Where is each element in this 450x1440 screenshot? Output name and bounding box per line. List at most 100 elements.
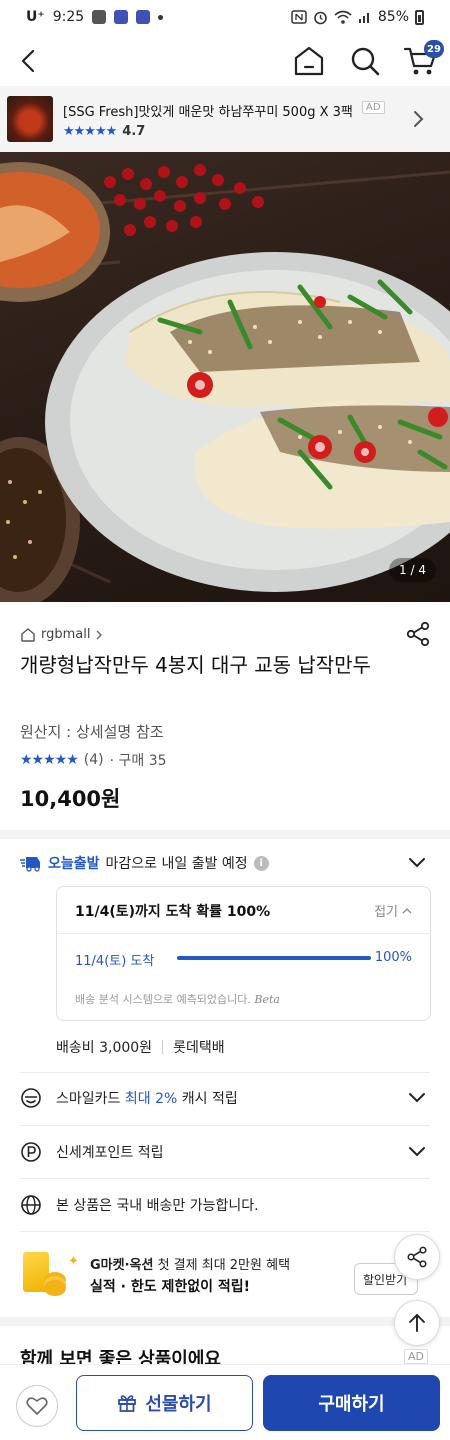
globe-icon [21,1195,41,1215]
clock: 9:25 [52,9,85,25]
arrival-probability-percent: 100% [374,950,412,965]
separator [162,1040,164,1054]
info-icon[interactable]: i [253,855,269,871]
battery-percent: 85% [377,9,409,25]
divider [20,1178,430,1179]
product-title: 개량형납작만두 4봉지 대구 교동 납작만두 [20,653,371,677]
sparkle-icon: ✦ [68,1254,79,1269]
wishlist-button[interactable] [16,1385,58,1427]
beta-label: Beta [254,993,280,1006]
domestic-shipping-row: 본 상품은 국내 배송만 가능합니다. [20,1190,430,1220]
ad-rating: ★★★★★ 4.7 [63,124,145,139]
arrival-probability-bar [177,956,371,960]
prediction-note: 배송 분석 시스템으로 예측되었습니다. Beta [75,991,280,1007]
purchase-count: · 구매 35 [109,753,167,769]
app-notification-icon-2 [136,10,151,24]
divider [57,933,430,934]
gift-button-label: 선물하기 [145,1394,212,1415]
arrival-probability-fill [177,956,371,960]
fast-delivery-icon [20,857,40,872]
courier-name: 롯데택배 [173,1040,225,1056]
share-icon[interactable] [404,620,432,648]
chevron-right-icon [96,630,103,639]
home-icon[interactable] [292,44,326,78]
nfc-icon [291,10,307,24]
share-icon [407,1246,427,1268]
seller-link[interactable]: rgbmall [20,627,103,642]
shipping-fee-row: 배송비 3,000원 롯데택배 [56,1037,225,1057]
ad-badge: AD [362,101,385,114]
top-navigation [0,36,450,86]
chevron-down-icon[interactable] [408,857,426,869]
section-divider [0,830,450,839]
promo-brand: G마켓·옥션 [90,1258,154,1273]
arrival-date: 11/4(토) 도착 [75,954,155,969]
smilecard-label: 스마일카드 [56,1091,121,1107]
promo-line-1: G마켓·옥션 첫 결제 최대 2만원 혜택 [90,1254,290,1273]
signal-icon [358,13,369,23]
arrival-probability-box: 11/4(토)까지 도착 확률 100% 접기 11/4(토) 도착 100% … [56,886,431,1021]
scroll-to-top-button[interactable] [394,1300,440,1346]
chevron-down-icon[interactable] [408,1146,426,1158]
sponsored-banner[interactable]: [SSG Fresh]맛있게 매운맛 하남쭈꾸미 500g X 3팩 AD ★★… [0,86,450,152]
ad-rating-value: 4.7 [122,124,146,139]
divider [20,1125,430,1126]
seller-name: rgbmall [41,627,91,642]
arrival-probability-title: 11/4(토)까지 도착 확률 100% [75,904,271,920]
smilecard-text: 스마일카드 최대 2% 캐시 적립 [56,1088,238,1108]
shinsegae-point-row[interactable]: 신세계포인트 적립 [20,1137,430,1167]
rating-stars: ★★★★★ [20,752,79,768]
smilecard-benefit-row[interactable]: 스마일카드 최대 2% 캐시 적립 [20,1083,430,1113]
image-counter: 1 / 4 [389,558,436,582]
ship-message: 마감으로 내일 출발 예정 [105,856,248,872]
search-icon[interactable] [348,44,382,78]
smilecard-rate: 최대 2% [124,1091,178,1107]
point-icon [21,1142,41,1162]
product-price: 10,400원 [20,787,121,811]
product-image-gallery[interactable]: 1 / 4 [0,152,450,602]
fold-label: 접기 [374,905,398,920]
more-notifications-dot-icon [158,14,164,20]
chevron-right-icon [414,111,424,127]
divider [20,1231,430,1232]
arrow-up-icon [409,1313,425,1332]
status-bar: U⁺ 9:25 85% [0,0,450,36]
chevron-down-icon[interactable] [408,1092,426,1104]
carrier-label: U⁺ [26,9,45,25]
product-photo [0,162,450,602]
gift-icon [118,1395,137,1412]
alarm-icon [314,11,327,24]
domestic-only-text: 본 상품은 국내 배송만 가능합니다. [56,1198,259,1214]
fold-button[interactable]: 접기 [374,901,412,920]
battery-icon [415,9,424,25]
back-arrow-icon[interactable] [14,44,44,78]
prediction-note-text: 배송 분석 시스템으로 예측되었습니다. [75,993,251,1006]
shipping-fee: 배송비 3,000원 [56,1040,153,1056]
floating-share-button[interactable] [394,1234,440,1280]
smilecard-suffix: 캐시 적립 [181,1091,238,1107]
gmarket-promo-banner[interactable]: ✦ G마켓·옥션 첫 결제 최대 2만원 혜택 실적 · 한도 제한없이 적립!… [20,1246,430,1306]
ad-title: [SSG Fresh]맛있게 매운맛 하남쭈꾸미 500g X 3팩 [63,105,353,120]
gallery-notification-icon [92,10,107,24]
wifi-icon [334,10,352,24]
shinsegae-point-text: 신세계포인트 적립 [56,1145,164,1161]
coin-stack-icon [44,1280,66,1296]
app-notification-icon [114,10,129,24]
today-ship-label: 오늘출발 [48,856,100,872]
product-origin: 원산지 : 상세설명 참조 [20,723,164,741]
chevron-up-icon [402,908,412,914]
bottom-action-bar: 선물하기 구매하기 [0,1364,450,1440]
cart-count-badge: 29 [424,40,444,58]
section-divider [0,1317,450,1326]
promo-offer: 첫 결제 최대 2만원 혜택 [153,1258,291,1273]
product-rating[interactable]: ★★★★★ (4) · 구매 35 [20,750,167,770]
buy-button[interactable]: 구매하기 [263,1375,440,1431]
promo-line-2: 실적 · 한도 제한없이 적립! [90,1279,250,1295]
review-count: (4) [83,752,104,768]
ad-thumbnail [7,96,53,142]
shipping-summary[interactable]: 오늘출발 마감으로 내일 출발 예정 i [20,850,430,876]
gift-button[interactable]: 선물하기 [76,1375,253,1431]
divider [20,1072,430,1073]
smile-icon [21,1088,41,1108]
ad-badge: AD [404,1349,428,1364]
